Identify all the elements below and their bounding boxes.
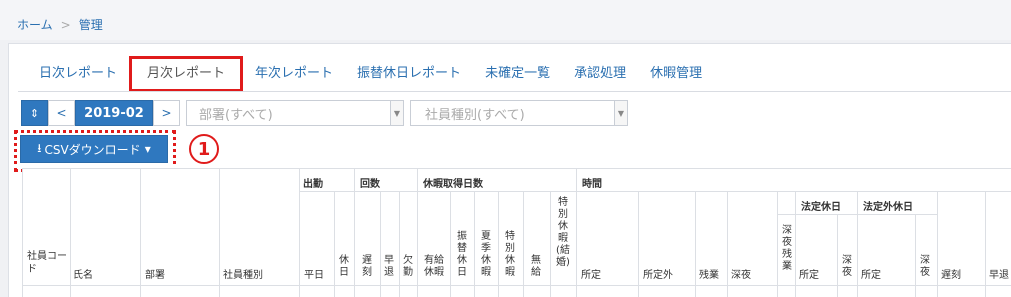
tab-monthly-report[interactable]: 月次レポート xyxy=(129,56,244,92)
tab-yearly-report[interactable]: 年次レポート xyxy=(243,56,345,92)
tab-approval[interactable]: 承認処理 xyxy=(562,56,638,92)
col-legal-scheduled: 所定 xyxy=(799,270,819,281)
tab-leave-management[interactable]: 休暇管理 xyxy=(638,56,714,92)
breadcrumb-home[interactable]: ホーム xyxy=(17,18,53,32)
col-unpaid: 無給 xyxy=(531,255,541,278)
col-non-legal-night: 深夜 xyxy=(920,255,930,278)
monthly-report-table: 出勤 回数 休暇取得日数 時間 法定休日 法定外休日 社員コード 氏名 部署 社… xyxy=(22,168,1011,297)
expand-toggle-button[interactable]: ⇕ xyxy=(21,100,48,126)
col-late-night: 深夜 xyxy=(731,270,751,281)
col-overtime: 残業 xyxy=(699,270,719,281)
col-holiday: 休日 xyxy=(339,255,349,278)
group-legal-holiday: 法定休日 xyxy=(801,202,841,213)
employee-type-select[interactable]: 社員種別(すべて) ▼ xyxy=(410,100,628,126)
next-month-button[interactable]: > xyxy=(153,100,180,126)
col-non-scheduled: 所定外 xyxy=(643,270,673,281)
prev-month-button[interactable]: < xyxy=(48,100,75,126)
department-caret-icon: ▼ xyxy=(390,101,403,125)
tab-substitute-holiday-report[interactable]: 振替休日レポート xyxy=(345,56,473,92)
group-leave-days: 休暇取得日数 xyxy=(423,179,483,190)
col-emp-type: 社員種別 xyxy=(223,270,263,281)
tab-daily-report[interactable]: 日次レポート xyxy=(27,56,129,92)
col-name: 氏名 xyxy=(73,270,93,281)
group-counts: 回数 xyxy=(360,179,380,190)
breadcrumb-current[interactable]: 管理 xyxy=(79,18,103,32)
toolbar: ⇕ < 2019-02 > 部署(すべて) ▼ 社員種別(すべて) ▼ xyxy=(21,100,628,126)
up-down-icon: ⇕ xyxy=(29,106,40,120)
report-tabs: 日次レポート 月次レポート 年次レポート 振替休日レポート 未確定一覧 承認処理… xyxy=(27,56,714,92)
tabs-divider xyxy=(18,91,1011,92)
employee-type-caret-icon: ▼ xyxy=(614,101,627,125)
page: ホーム > 管理 日次レポート 月次レポート 年次レポート 振替休日レポート 未確定… xyxy=(0,0,1011,297)
col-late-night-overtime: 深夜残業 xyxy=(782,225,792,272)
annotation-marker: 1 xyxy=(189,134,219,164)
csv-download-label: CSVダウンロード xyxy=(44,142,141,157)
col-paid-leave: 有給休暇 xyxy=(424,255,444,278)
col-non-legal-scheduled: 所定 xyxy=(861,270,881,281)
employee-type-placeholder: 社員種別(すべて) xyxy=(425,107,525,123)
breadcrumb: ホーム > 管理 xyxy=(0,0,1011,40)
group-time: 時間 xyxy=(582,179,602,190)
col-late-time: 遅刻 xyxy=(941,270,961,281)
col-early: 早退 xyxy=(384,255,394,278)
chevron-down-icon: ▾ xyxy=(144,142,151,156)
csv-download-button[interactable]: ⭳ CSVダウンロード ▾ xyxy=(20,135,168,163)
col-legal-night: 深夜 xyxy=(842,255,852,278)
col-dept: 部署 xyxy=(145,270,165,281)
department-select[interactable]: 部署(すべて) ▼ xyxy=(186,100,404,126)
col-late: 遅刻 xyxy=(362,255,372,278)
col-scheduled: 所定 xyxy=(581,270,601,281)
col-absent: 欠勤 xyxy=(403,255,413,278)
col-substitute-holiday: 振替休日 xyxy=(457,231,467,278)
group-non-legal-holiday: 法定外休日 xyxy=(863,202,913,213)
col-weekday: 平日 xyxy=(304,270,324,281)
breadcrumb-separator: > xyxy=(60,18,71,32)
col-early-time: 早退 xyxy=(989,270,1009,281)
col-special-wedding: 特別休暇(結婚) xyxy=(556,197,570,268)
group-attendance: 出勤 xyxy=(303,179,323,190)
download-icon: ⭳ xyxy=(37,140,42,155)
tab-unconfirmed-list[interactable]: 未確定一覧 xyxy=(473,56,562,92)
col-summer-leave: 夏季休暇 xyxy=(481,231,491,278)
col-emp-code: 社員コード xyxy=(27,251,67,275)
col-special-leave: 特別休暇 xyxy=(505,231,515,278)
month-selector[interactable]: 2019-02 xyxy=(75,100,153,126)
department-placeholder: 部署(すべて) xyxy=(199,107,273,123)
